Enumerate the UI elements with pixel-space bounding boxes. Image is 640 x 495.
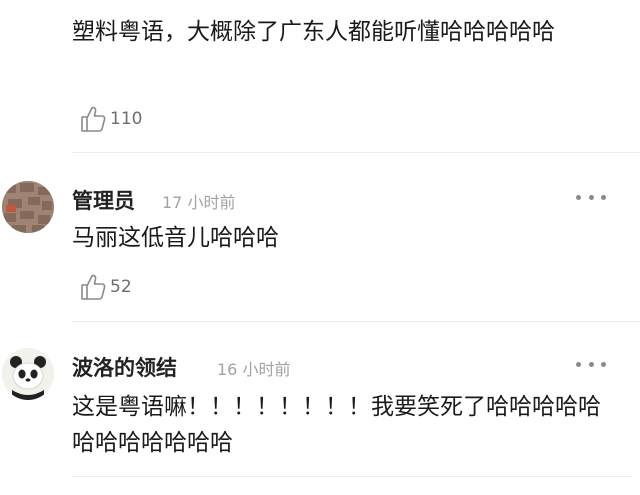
- comment-text: 马丽这低音儿哈哈哈: [72, 225, 279, 251]
- more-button[interactable]: [576, 187, 606, 207]
- more-dots-icon: [576, 361, 581, 367]
- like-button[interactable]: 110: [80, 104, 142, 134]
- avatar-image: [2, 348, 54, 400]
- comment-item: 波洛的领结 16 小时前 这是粤语嘛！！！！！！！！我要笑死了哈哈哈哈哈哈哈哈哈…: [0, 322, 640, 481]
- username[interactable]: 波洛的领结: [72, 352, 177, 382]
- like-button[interactable]: 52: [80, 272, 132, 302]
- like-count: 52: [110, 277, 132, 297]
- avatar[interactable]: [2, 181, 54, 233]
- timestamp: 17 小时前: [162, 193, 236, 212]
- timestamp: 16 小时前: [217, 360, 291, 379]
- comment-item: 管理员 17 小时前 马丽这低音儿哈哈哈 52: [0, 153, 640, 321]
- thumbs-up-icon: [81, 106, 106, 132]
- comment-text: 塑料粤语，大概除了广东人都能听懂哈哈哈哈哈: [72, 19, 555, 45]
- username[interactable]: 管理员: [72, 185, 135, 215]
- avatar[interactable]: [2, 348, 54, 400]
- more-button[interactable]: [576, 354, 606, 374]
- thumbs-up-icon: [81, 274, 106, 300]
- like-count: 110: [110, 109, 143, 129]
- comment-item: 塑料粤语，大概除了广东人都能听懂哈哈哈哈哈 110: [0, 0, 640, 150]
- more-dots-icon: [576, 194, 581, 200]
- comment-text: 这是粤语嘛！！！！！！！！我要笑死了哈哈哈哈哈哈哈哈哈哈哈哈: [72, 394, 601, 456]
- next-comment-edge: [72, 476, 632, 495]
- avatar-image: [2, 181, 54, 233]
